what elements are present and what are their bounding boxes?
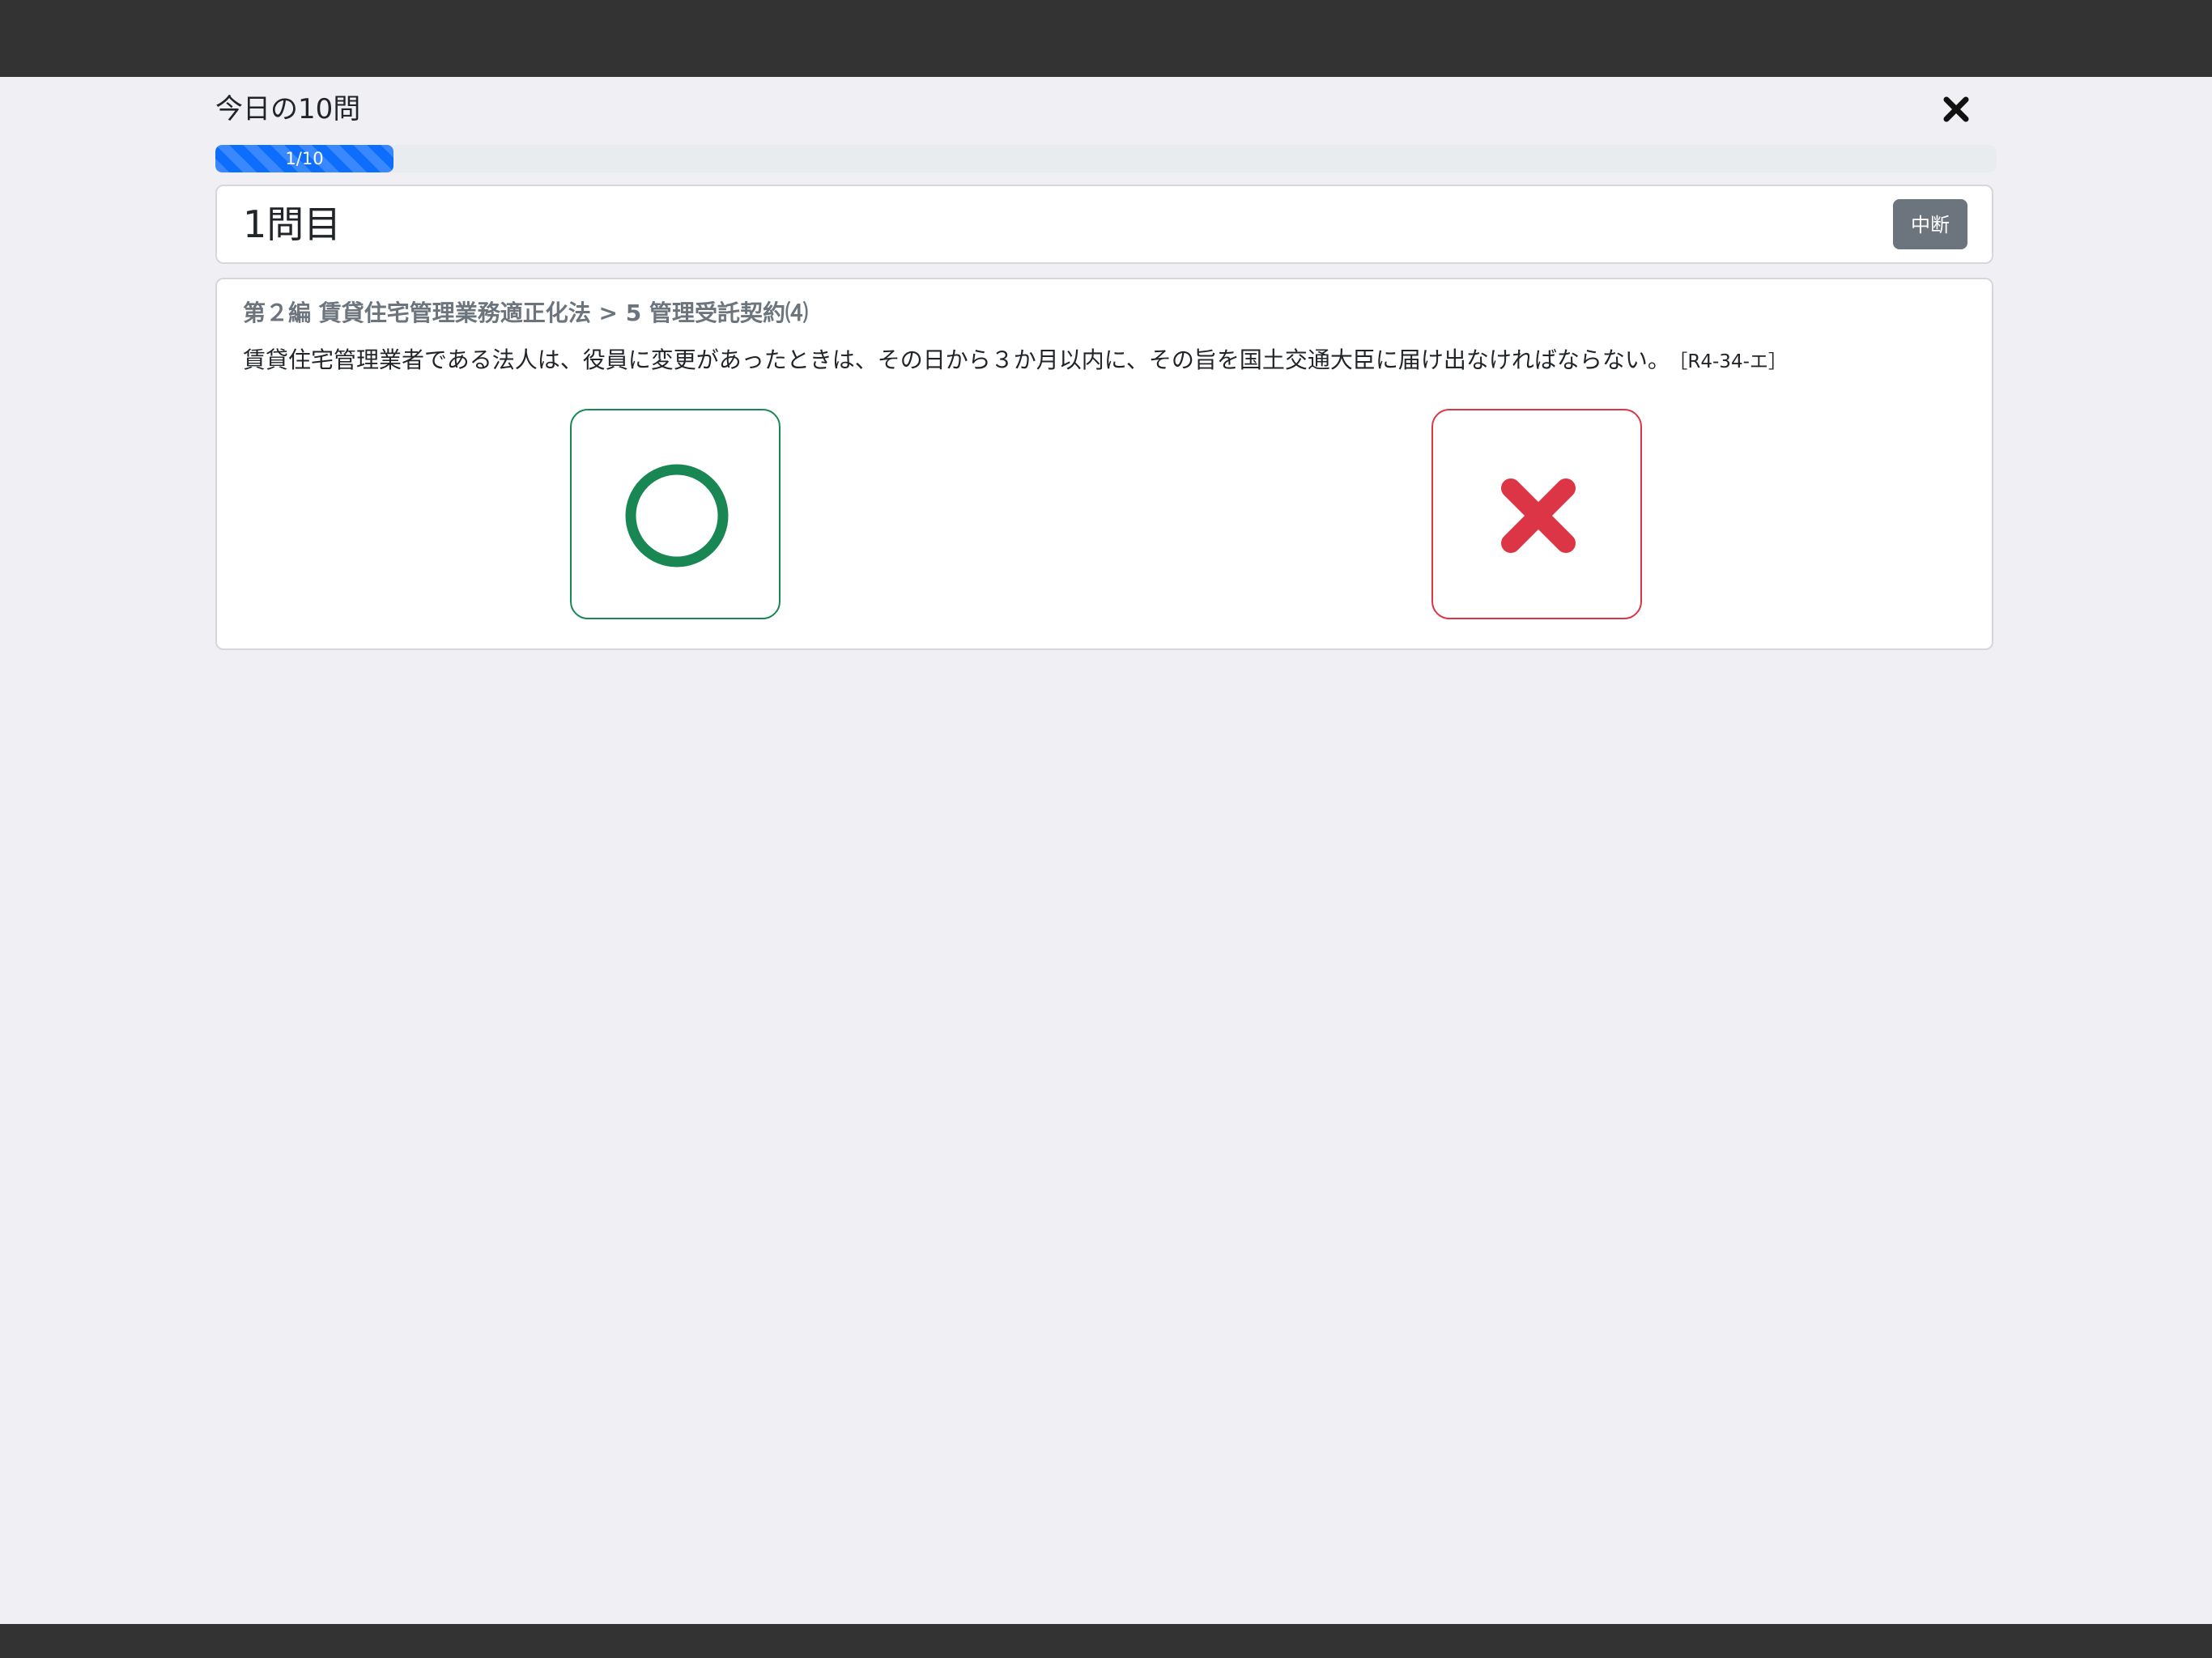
question-source: ［R4-34-エ］ — [1678, 351, 1787, 372]
progress-bar-track: 1/10 — [215, 145, 1997, 172]
question-text-row: 賃貸住宅管理業者である法人は、役員に変更があったときは、その日から３か月以内に、… — [243, 342, 1787, 375]
pause-button[interactable]: 中断 — [1893, 199, 1967, 249]
close-icon-graphic — [1943, 96, 1969, 122]
question-category: 第２編 賃貸住宅管理業務適正化法 > 5 管理受託契約⑷ — [243, 300, 808, 326]
top-bar — [0, 0, 2212, 77]
cross-icon — [1501, 478, 1576, 553]
question-card: 第２編 賃貸住宅管理業務適正化法 > 5 管理受託契約⑷ 賃貸住宅管理業者である… — [215, 278, 1993, 650]
bottom-bar — [0, 1624, 2212, 1658]
answer-true-button[interactable] — [570, 409, 781, 619]
question-number: 1問目 — [243, 202, 342, 246]
session-header: 今日の10問 — [215, 77, 1997, 143]
session-title: 今日の10問 — [215, 93, 361, 125]
quiz-container: 今日の10問 1/10 1問目 中断 第２編 賃貸住宅管理業務適正化法 > 5 … — [215, 77, 1997, 650]
circle-icon — [625, 464, 729, 568]
question-header-card: 1問目 中断 — [215, 185, 1993, 264]
close-icon[interactable] — [1940, 93, 1972, 125]
question-text: 賃貸住宅管理業者である法人は、役員に変更があったときは、その日から３か月以内に、… — [243, 346, 1670, 373]
answer-false-button[interactable] — [1431, 409, 1642, 619]
progress-bar-fill: 1/10 — [215, 145, 393, 172]
